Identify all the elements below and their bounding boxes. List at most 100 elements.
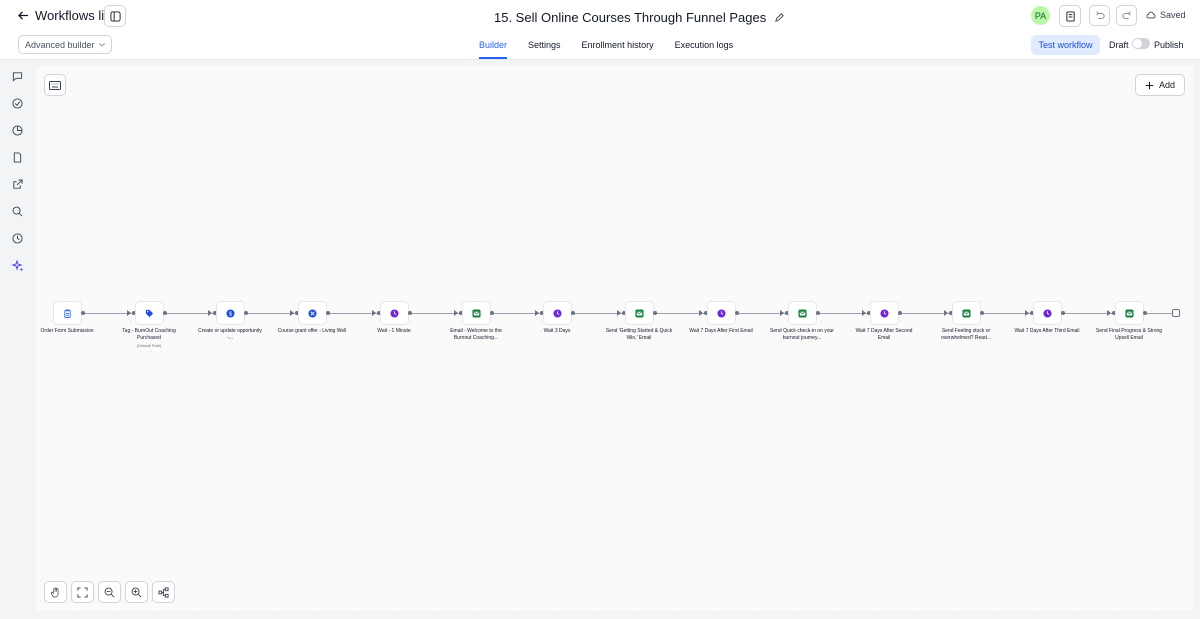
output-handle[interactable]	[980, 311, 984, 315]
step-box[interactable]	[788, 301, 817, 325]
step-box[interactable]	[298, 301, 327, 325]
output-handle[interactable]	[1143, 311, 1147, 315]
tab-execution-logs[interactable]: Execution logs	[675, 32, 734, 59]
zoom-out-icon	[104, 587, 115, 597]
output-handle[interactable]	[735, 311, 739, 315]
cloud-icon	[1146, 11, 1156, 19]
workflow-step-node[interactable]	[372, 301, 412, 325]
workflow-step-node[interactable]	[535, 301, 575, 325]
builder-mode-select[interactable]: Advanced builder	[18, 35, 112, 54]
check-circle-icon[interactable]	[11, 97, 24, 110]
keyboard-shortcuts-button[interactable]	[44, 74, 66, 96]
layout-tree-button[interactable]	[152, 581, 175, 603]
workflow-step-node[interactable]	[1025, 301, 1065, 325]
add-action-button[interactable]: Add	[1135, 74, 1185, 96]
step-box[interactable]	[707, 301, 736, 325]
step-box[interactable]	[462, 301, 491, 325]
workflow-step-node[interactable]	[53, 301, 85, 325]
test-workflow-button[interactable]: Test workflow	[1031, 35, 1100, 55]
output-handle[interactable]	[898, 311, 902, 315]
workflow-step-node[interactable]	[290, 301, 330, 325]
workflow-step-label: Send Quick check-in on your burnout jour…	[767, 328, 837, 342]
zoom-out-button[interactable]	[98, 581, 121, 603]
zoom-in-button[interactable]	[125, 581, 148, 603]
output-handle[interactable]	[816, 311, 820, 315]
toggle-panel-button[interactable]	[104, 5, 126, 27]
builder-mode-label: Advanced builder	[25, 39, 95, 50]
builder-toolbar: Advanced builder Builder Settings Enroll…	[0, 32, 1200, 60]
undo-icon	[1095, 11, 1105, 19]
step-box[interactable]	[53, 301, 82, 325]
step-label-text: Send Final Progress & Strong Upsell Emai…	[1095, 328, 1163, 341]
avatar[interactable]: PA	[1031, 6, 1050, 25]
publish-toggle[interactable]	[1132, 38, 1150, 49]
end-node-icon[interactable]	[1172, 309, 1180, 317]
output-handle[interactable]	[571, 311, 575, 315]
workflow-step-node[interactable]	[454, 301, 494, 325]
workflow-step-node[interactable]	[127, 301, 167, 325]
tag-icon	[144, 308, 155, 319]
tab-settings[interactable]: Settings	[528, 32, 561, 59]
output-handle[interactable]	[326, 311, 330, 315]
hand-icon	[51, 587, 59, 597]
step-box[interactable]	[952, 301, 981, 325]
workflow-step-node[interactable]	[780, 301, 820, 325]
output-handle[interactable]	[408, 311, 412, 315]
workflow-step-node[interactable]	[862, 301, 902, 325]
workflow-step-label: Create or update opportunity -...	[195, 328, 265, 342]
history-icon[interactable]	[11, 232, 24, 245]
step-box[interactable]: $	[216, 301, 245, 325]
comment-icon[interactable]	[11, 70, 24, 83]
file-icon[interactable]	[11, 151, 24, 164]
connector-arrow	[290, 310, 294, 316]
workflow-step-node[interactable]	[944, 301, 984, 325]
connector-arrow	[454, 310, 458, 316]
output-handle[interactable]	[1061, 311, 1065, 315]
workflow-step-label: Wait 7 Days After Second Email	[849, 328, 919, 342]
step-box[interactable]	[135, 301, 164, 325]
step-label-text: Wait 7 Days After First Email	[689, 328, 753, 334]
pencil-icon[interactable]	[774, 12, 785, 23]
workflow-title: 15. Sell Online Courses Through Funnel P…	[494, 10, 785, 25]
workflow-step-node[interactable]	[699, 301, 739, 325]
step-sublabel: (Default Path)	[136, 343, 162, 348]
pie-chart-icon[interactable]	[11, 124, 24, 137]
output-handle[interactable]	[653, 311, 657, 315]
zoom-in-icon	[131, 587, 142, 597]
output-handle[interactable]	[81, 311, 85, 315]
pan-tool-button[interactable]	[44, 581, 67, 603]
step-box[interactable]	[870, 301, 899, 325]
course-icon	[307, 308, 318, 319]
search-icon[interactable]	[11, 205, 24, 218]
step-label-text: Send Quick check-in on your burnout jour…	[770, 328, 834, 341]
tab-builder[interactable]: Builder	[479, 32, 508, 59]
top-bar: Workflows list 15. Sell Online Courses T…	[0, 0, 1200, 32]
step-label-text: Course grant offer - Living Well	[277, 328, 347, 334]
redo-button[interactable]	[1116, 5, 1137, 26]
workflow-step-label: Wait 7 Days After First Email	[686, 328, 756, 335]
workflow-step-node[interactable]	[1107, 301, 1147, 325]
back-to-workflows-link[interactable]: Workflows list	[18, 8, 114, 23]
step-box[interactable]	[1033, 301, 1062, 325]
workflow-step-node[interactable]	[617, 301, 657, 325]
clock-icon	[879, 308, 890, 319]
clock-icon	[716, 308, 727, 319]
step-box[interactable]	[543, 301, 572, 325]
workflow-step-label: Email - Welcome to the Burnout Coaching.…	[441, 328, 511, 342]
external-link-icon[interactable]	[11, 178, 24, 191]
document-settings-button[interactable]	[1059, 5, 1081, 27]
ai-sparkle-icon[interactable]	[11, 259, 24, 272]
output-handle[interactable]	[490, 311, 494, 315]
svg-text:$: $	[229, 311, 232, 317]
workflow-step-node[interactable]: $	[208, 301, 248, 325]
output-handle[interactable]	[244, 311, 248, 315]
output-handle[interactable]	[163, 311, 167, 315]
fit-view-button[interactable]	[71, 581, 94, 603]
step-label-text: Wait 3 Days	[543, 328, 571, 334]
step-box[interactable]	[380, 301, 409, 325]
undo-button[interactable]	[1089, 5, 1110, 26]
step-box[interactable]	[625, 301, 654, 325]
step-box[interactable]	[1115, 301, 1144, 325]
tab-enrollment-history[interactable]: Enrollment history	[582, 32, 654, 59]
connector-arrow	[780, 310, 784, 316]
